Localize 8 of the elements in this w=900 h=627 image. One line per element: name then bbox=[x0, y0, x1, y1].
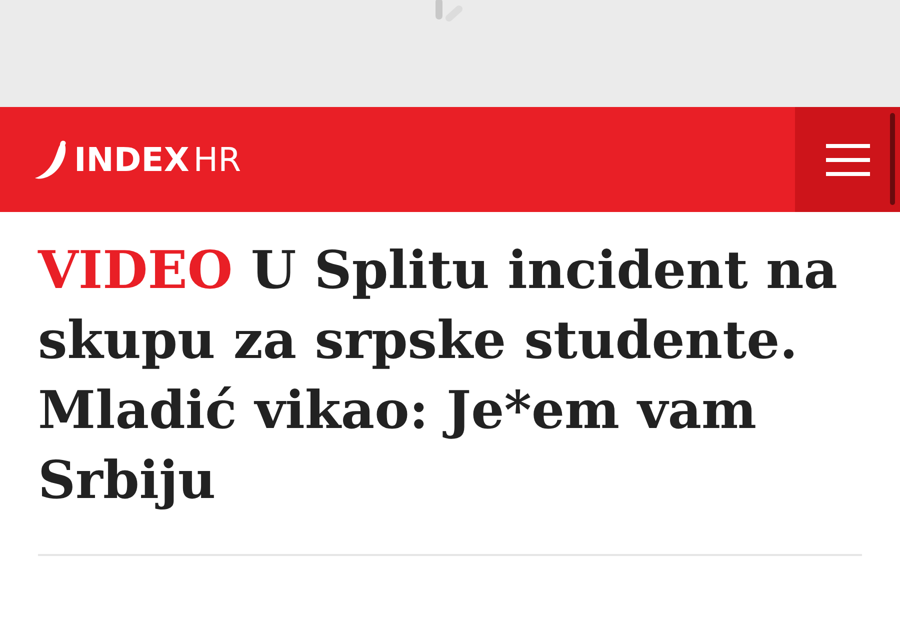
menu-icon bbox=[826, 144, 870, 176]
menu-button[interactable] bbox=[795, 107, 900, 212]
logo-text: INDEX bbox=[74, 140, 190, 179]
scrollbar[interactable] bbox=[890, 113, 895, 205]
article-headline: VIDEO U Splitu incident na skupu za srpske studente. Mladić vikao: Je*em vam Srbiju bbox=[38, 239, 838, 513]
site-logo[interactable]: INDEX HR bbox=[0, 107, 795, 212]
loading-spinner-icon bbox=[435, 0, 465, 24]
logo-suffix: HR bbox=[193, 140, 242, 179]
